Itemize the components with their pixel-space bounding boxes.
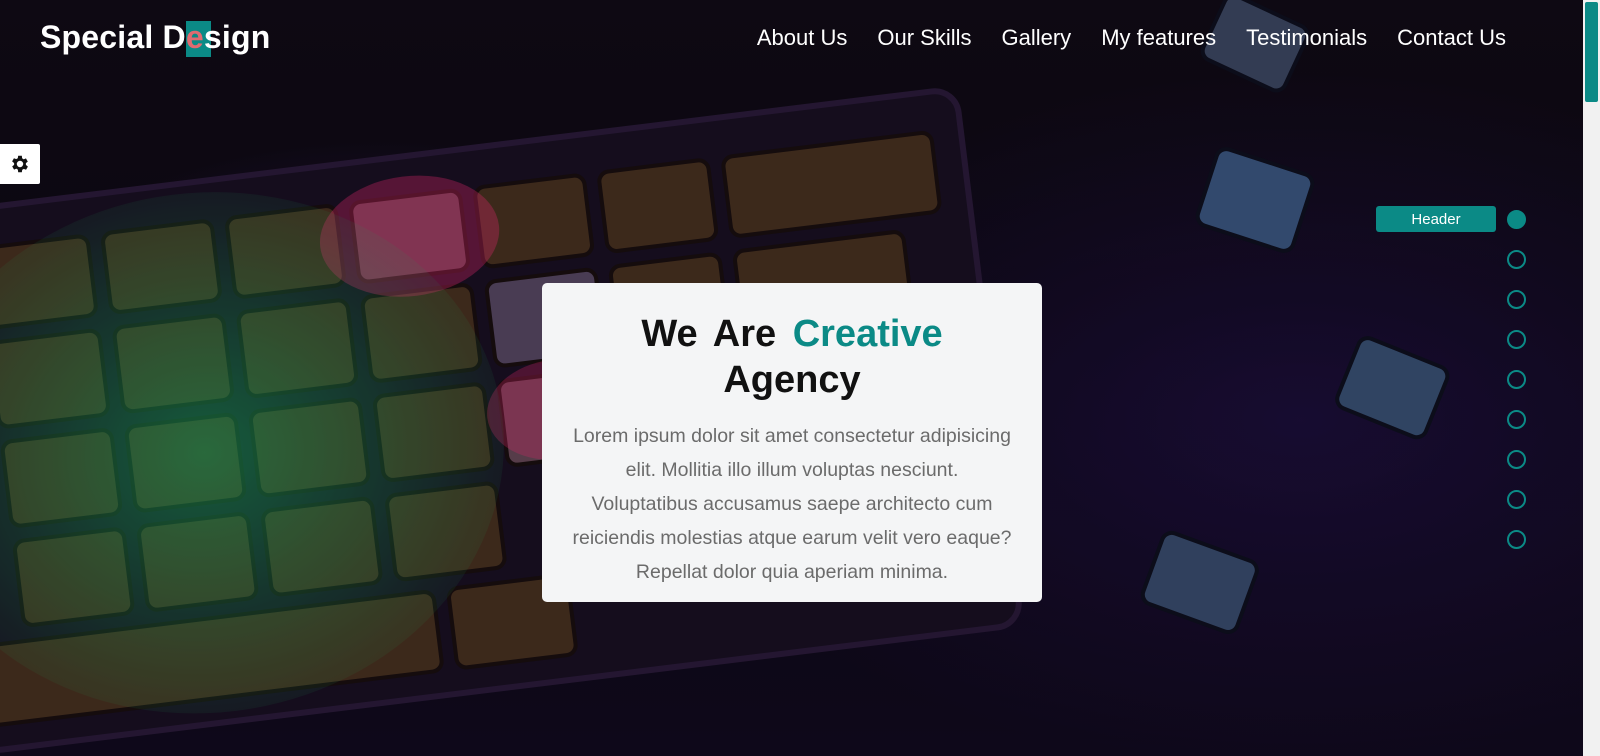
nav-bullet[interactable] xyxy=(1507,250,1526,269)
hero-description: Lorem ipsum dolor sit amet consectetur a… xyxy=(572,425,1012,583)
nav-link-my-features[interactable]: My features xyxy=(1101,25,1216,51)
nav-link-contact-us[interactable]: Contact Us xyxy=(1397,25,1506,51)
bullet-row xyxy=(1376,446,1526,486)
settings-toggle-button[interactable] xyxy=(0,144,40,184)
nav-bullet[interactable] xyxy=(1507,410,1526,429)
main-nav: About Us Our Skills Gallery My features … xyxy=(757,25,1506,51)
logo-text-start: Special D xyxy=(40,19,186,55)
nav-bullet[interactable] xyxy=(1507,330,1526,349)
scrollbar-thumb[interactable] xyxy=(1585,2,1598,102)
hero-title-highlight: Creative xyxy=(792,313,943,355)
nav-link-gallery[interactable]: Gallery xyxy=(1002,25,1072,51)
nav-link-our-skills[interactable]: Our Skills xyxy=(877,25,971,51)
bullet-row xyxy=(1376,406,1526,446)
nav-bullet[interactable] xyxy=(1507,370,1526,389)
nav-link-testimonials[interactable]: Testimonials xyxy=(1246,25,1367,51)
landing-section: Special Design About Us Our Skills Galle… xyxy=(0,0,1583,756)
bullet-tooltip: Header xyxy=(1376,206,1496,232)
bullet-row xyxy=(1376,246,1526,286)
hero-title-end: Agency xyxy=(723,359,861,401)
section-bullets: Header xyxy=(1376,206,1526,566)
hero-title: We Are Creative Agency xyxy=(572,311,1012,403)
nav-bullet[interactable] xyxy=(1507,490,1526,509)
nav-bullet-active[interactable] xyxy=(1507,210,1526,229)
bullet-row xyxy=(1376,486,1526,526)
bullet-row xyxy=(1376,526,1526,566)
nav-bullet[interactable] xyxy=(1507,530,1526,549)
bullet-row: Header xyxy=(1376,206,1526,246)
bullet-row xyxy=(1376,366,1526,406)
nav-link-about-us[interactable]: About Us xyxy=(757,25,848,51)
bullet-row xyxy=(1376,286,1526,326)
page-scrollbar[interactable] xyxy=(1583,0,1600,756)
site-logo[interactable]: Special Design xyxy=(40,19,271,57)
logo-text-accent: e xyxy=(185,19,204,55)
bullet-row xyxy=(1376,326,1526,366)
nav-bullet[interactable] xyxy=(1507,450,1526,469)
logo-text-end: sign xyxy=(203,19,271,55)
intro-card: We Are Creative Agency Lorem ipsum dolor… xyxy=(542,283,1042,602)
nav-bullet[interactable] xyxy=(1507,290,1526,309)
hero-title-start: We Are xyxy=(641,313,777,355)
gear-icon xyxy=(12,155,28,173)
